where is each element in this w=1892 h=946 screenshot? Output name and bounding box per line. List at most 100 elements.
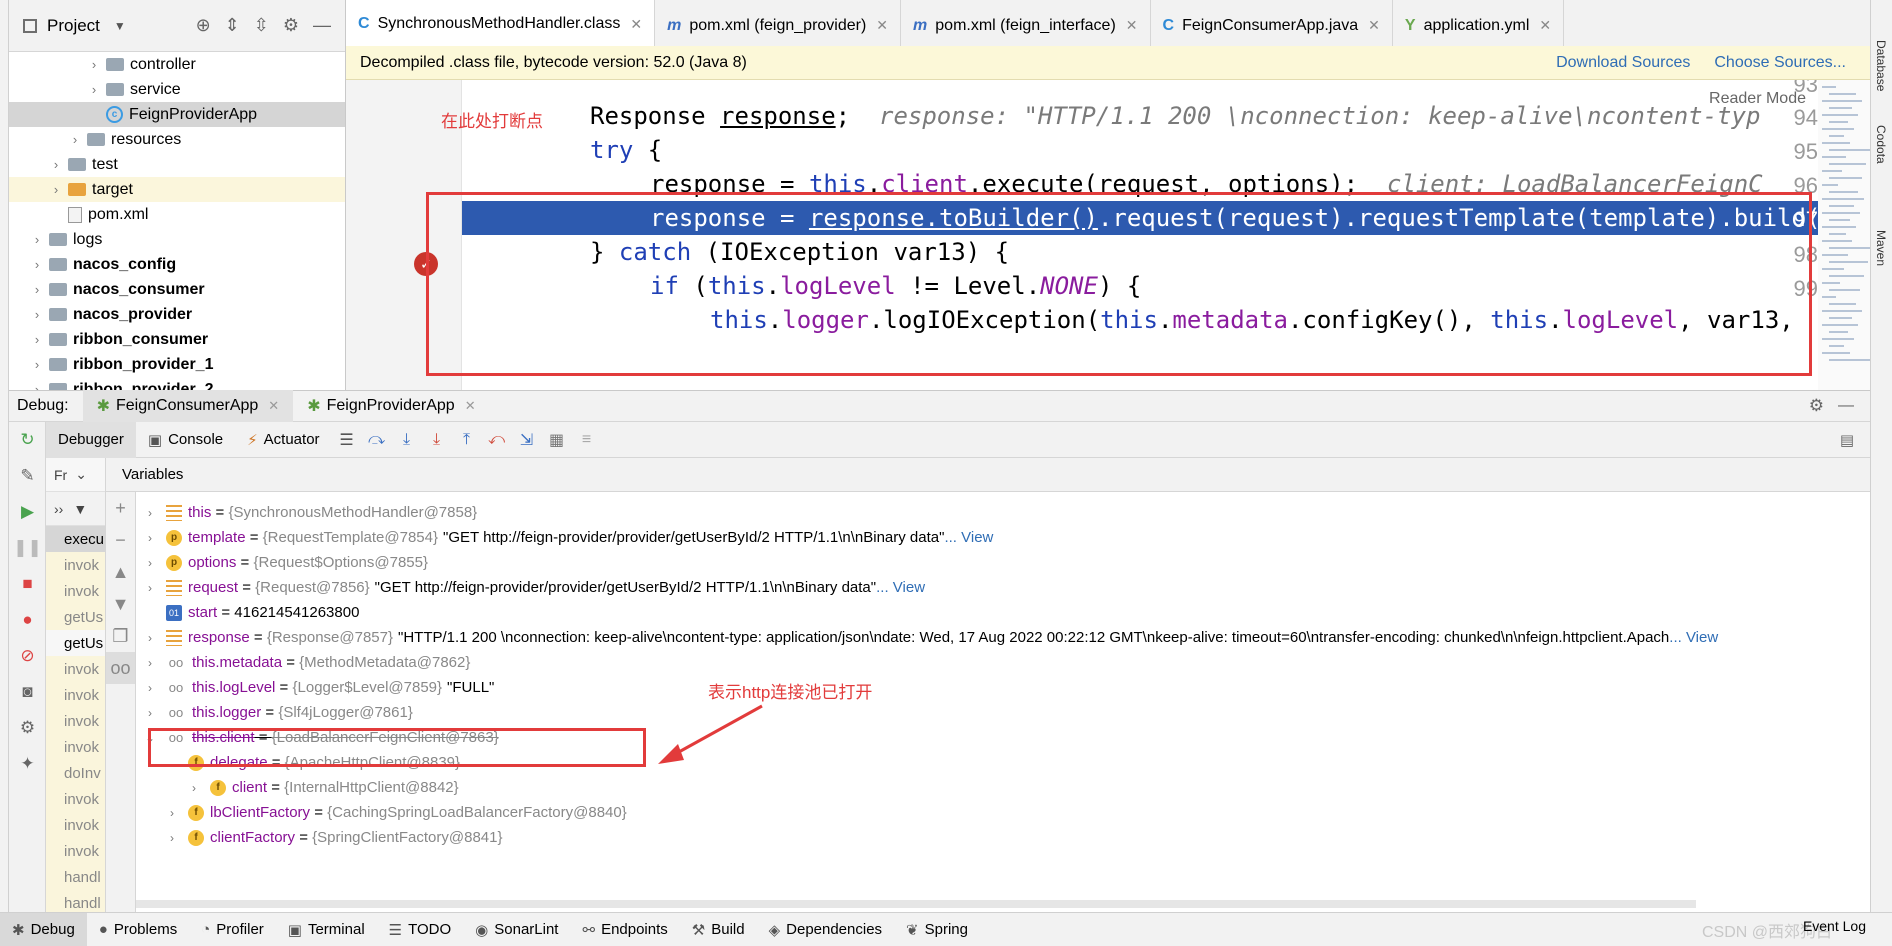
tree-item[interactable]: pom.xml [9,202,345,227]
frames-thread-selector[interactable]: ›› ▼ [46,492,105,526]
stop-icon[interactable]: ■ [9,566,46,602]
close-icon[interactable]: ✕ [1126,17,1138,34]
code-minimap[interactable] [1818,80,1872,390]
variable-row[interactable]: › response = {Response@7857} "HTTP/1.1 200… [140,625,1718,650]
chevron-right-icon[interactable]: › [140,681,160,695]
stack-frame[interactable]: invok [46,812,105,838]
database-tool-tab[interactable]: Database [1874,40,1888,91]
chevron-down-icon[interactable]: ⌄ [75,466,87,483]
code-line-95[interactable]: try { [590,136,662,164]
chevron-right-icon[interactable]: › [29,382,45,390]
variable-row[interactable]: › this = {SynchronousMethodHandler@7858} [140,500,477,525]
layout-icon[interactable]: ▤ [1840,431,1870,449]
bottom-tab-sonarlint[interactable]: ◉ SonarLint [463,913,570,946]
expand-all-icon[interactable]: ⇕ [225,15,240,36]
chevron-right-icon[interactable]: › [67,132,83,147]
tree-item[interactable]: › logs [9,227,345,252]
drop-frame-icon[interactable]: ⤺ [486,431,508,449]
run-to-cursor-icon[interactable]: ⇲ [516,430,538,450]
chevron-right-icon[interactable]: › [29,232,45,247]
chevron-down-icon[interactable]: ▼ [114,19,126,33]
step-out-icon[interactable]: ⤒ [456,431,478,449]
chevron-right-icon[interactable]: › [29,332,45,347]
pause-icon[interactable]: ❚❚ [9,530,46,566]
view-link[interactable]: ... View [1669,629,1718,646]
stack-frame[interactable]: invok [46,734,105,760]
close-icon[interactable]: ✕ [1539,17,1551,34]
menu-icon[interactable]: ☰ [336,430,358,450]
bottom-tab-terminal[interactable]: ▣ Terminal [276,913,377,946]
close-icon[interactable]: ✕ [1368,17,1380,34]
debug-tab-provider[interactable]: ✱ FeignProviderApp ✕ [293,390,489,422]
hide-icon[interactable]: — [1838,397,1870,415]
tree-item[interactable]: › nacos_config [9,252,345,277]
remove-watch-icon[interactable]: − [106,524,135,556]
debug-tab-consumer[interactable]: ✱ FeignConsumerApp ✕ [82,390,294,422]
pin-icon[interactable]: ✦ [9,746,46,782]
stack-frame[interactable]: getUs [46,604,105,630]
locate-icon[interactable]: ⊕ [196,15,211,36]
close-icon[interactable]: ✕ [268,398,279,414]
evaluate-icon[interactable]: ▦ [546,430,568,450]
debugger-tab[interactable]: Debugger [46,421,136,458]
chevron-right-icon[interactable]: › [48,157,64,172]
variable-row[interactable]: 01 start = 416214541263800 [140,600,359,625]
bottom-tab-debug[interactable]: ✱ Debug [0,912,87,946]
bottom-tab-profiler[interactable]: ◔ Profiler [189,913,276,946]
stack-frame[interactable]: invok [46,682,105,708]
stack-frame[interactable]: invok [46,708,105,734]
more-icon[interactable]: ›› [54,501,63,517]
chevron-right-icon[interactable]: › [162,831,182,845]
tree-item[interactable]: › nacos_consumer [9,277,345,302]
move-up-icon[interactable]: ▲ [106,556,135,588]
variable-row[interactable]: › f lbClientFactory = {CachingSpringLoadBa… [162,800,627,825]
view-breakpoints-icon[interactable]: ● [9,602,46,638]
stack-frame[interactable]: getUs [46,630,105,656]
tree-item[interactable]: › ribbon_provider_2 [9,377,345,390]
event-log-tab[interactable]: Event Log [1803,918,1866,934]
chevron-right-icon[interactable]: › [86,82,102,97]
glasses-icon[interactable]: oo [106,652,135,684]
stack-frame[interactable]: invok [46,838,105,864]
stack-frame[interactable]: invok [46,578,105,604]
chevron-right-icon[interactable]: › [184,781,204,795]
chevron-right-icon[interactable]: › [162,806,182,820]
choose-sources-link[interactable]: Choose Sources... [1714,54,1846,72]
bottom-tab-endpoints[interactable]: ⚯ Endpoints [570,913,679,946]
actuator-tab[interactable]: ⚡ Actuator [235,422,331,458]
tree-item[interactable]: c FeignProviderApp [9,102,345,127]
console-tab[interactable]: ▣ Console [136,422,235,458]
step-into-icon[interactable]: ⤓ [396,431,418,449]
chevron-down-icon[interactable]: ▼ [73,501,87,517]
tree-item[interactable]: › resources [9,127,345,152]
bottom-tab-todo[interactable]: ☰ TODO [377,913,464,946]
variable-row[interactable]: › oo this.metadata = {MethodMetadata@7862} [140,650,470,675]
force-step-into-icon[interactable]: ⤓ [426,431,448,449]
bottom-tab-build[interactable]: ⚒ Build [680,913,757,946]
bottom-tab-spring[interactable]: ❦ Spring [894,913,980,946]
variable-row[interactable]: › f client = {InternalHttpClient@8842} [184,775,459,800]
mute-breakpoints-icon[interactable]: ⊘ [9,638,46,674]
variable-row[interactable]: › p template = {RequestTemplate@7854} "GET … [140,525,993,550]
horizontal-scrollbar[interactable] [136,900,1696,908]
stack-frame[interactable]: handl [46,864,105,890]
chevron-right-icon[interactable]: › [140,506,160,520]
close-icon[interactable]: ✕ [630,16,642,33]
stack-frame[interactable]: handl [46,890,105,912]
stack-frame[interactable]: invok [46,656,105,682]
view-link[interactable]: ... View [876,579,925,596]
editor-tab[interactable]: C SynchronousMethodHandler.class ✕ [346,0,656,51]
chevron-right-icon[interactable]: › [140,631,160,645]
editor-tab[interactable]: m pom.xml (feign_interface) ✕ [901,0,1151,51]
chevron-right-icon[interactable]: › [140,556,160,570]
tree-item[interactable]: › service [9,77,345,102]
bottom-tab-problems[interactable]: ● Problems [87,913,189,946]
chevron-right-icon[interactable]: › [140,706,160,720]
resume-icon[interactable]: ▶ [9,494,46,530]
codota-tool-tab[interactable]: Codota [1874,125,1888,164]
chevron-right-icon[interactable]: › [29,257,45,272]
close-icon[interactable]: ✕ [465,398,476,414]
wrench-icon[interactable]: ✎ [9,458,46,494]
chevron-right-icon[interactable]: › [29,282,45,297]
copy-icon[interactable]: ❐ [106,620,135,652]
